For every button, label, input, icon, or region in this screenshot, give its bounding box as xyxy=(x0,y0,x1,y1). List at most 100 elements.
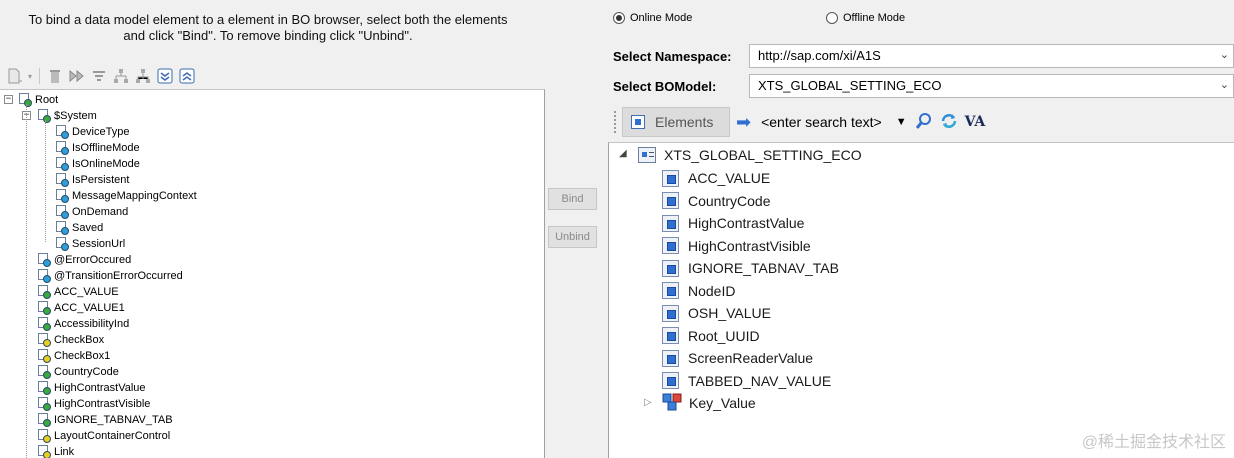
chevron-down-icon: ⌄ xyxy=(1219,49,1229,61)
instructions-line-1: To bind a data model element to a elemen… xyxy=(28,12,508,27)
tree-node-item[interactable]: ACC_VALUE1 xyxy=(37,300,125,316)
search-dropdown-arrow-icon[interactable]: ▼ xyxy=(896,116,907,128)
tree-node-system-child[interactable]: OnDemand xyxy=(55,204,128,220)
tree-node-item[interactable]: CountryCode xyxy=(37,364,119,380)
field-node-icon xyxy=(55,237,69,251)
tree-node-root[interactable]: Root xyxy=(18,92,58,108)
watermark: @稀土掘金技术社区 xyxy=(1081,434,1226,451)
move-up-icon[interactable] xyxy=(89,66,109,86)
bind-button[interactable]: Bind xyxy=(548,188,597,210)
refresh-icon[interactable] xyxy=(939,111,959,134)
collapse-all-icon[interactable] xyxy=(177,66,197,86)
bo-element-node[interactable]: ScreenReaderValue xyxy=(662,347,813,369)
root-collapse-toggle[interactable]: − xyxy=(4,95,13,104)
online-mode-radio[interactable]: Online Mode xyxy=(613,12,692,24)
tree-node-label: CountryCode xyxy=(54,366,119,378)
bo-element-label: IGNORE_TABNAV_TAB xyxy=(688,260,839,276)
elements-label: Elements xyxy=(655,114,714,130)
tree-node-system-child[interactable]: IsPersistent xyxy=(55,172,129,188)
tree-node-system-child[interactable]: DeviceType xyxy=(55,124,129,140)
unbind-button[interactable]: Unbind xyxy=(548,226,597,248)
bo-element-node[interactable]: HighContrastVisible xyxy=(662,235,811,257)
tree-node-item[interactable]: @ErrorOccured xyxy=(37,252,131,268)
tree-node-item[interactable]: HighContrastValue xyxy=(37,380,146,396)
tree-node-label: LayoutContainerControl xyxy=(54,430,171,442)
hierarchy-icon[interactable] xyxy=(111,66,131,86)
element-icon xyxy=(631,115,645,129)
tree-node-label: HighContrastVisible xyxy=(54,398,151,410)
tree-node-item[interactable]: AccessibilityInd xyxy=(37,316,129,332)
expand-all-icon[interactable] xyxy=(155,66,175,86)
tree-node-system-child[interactable]: MessageMappingContext xyxy=(55,188,197,204)
tree-node-system-child[interactable]: Saved xyxy=(55,220,103,236)
go-arrow-icon[interactable]: ➡ xyxy=(736,112,751,133)
bomodel-select[interactable]: XTS_GLOBAL_SETTING_ECO ⌄ xyxy=(749,74,1234,98)
collapse-triangle-icon[interactable]: ◢ xyxy=(619,148,627,159)
bo-element-node[interactable]: OSH_VALUE xyxy=(662,302,771,324)
tree-node-label: IsOfflineMode xyxy=(72,142,140,154)
toolbar-separator xyxy=(39,68,40,84)
bo-element-node[interactable]: ACC_VALUE xyxy=(662,167,770,189)
namespace-label: Select Namespace: xyxy=(613,49,732,64)
new-document-icon[interactable] xyxy=(4,66,24,86)
elements-button[interactable]: Elements xyxy=(622,107,730,137)
bo-association-node[interactable]: Key_Value xyxy=(662,392,756,414)
bomodel-value: XTS_GLOBAL_SETTING_ECO xyxy=(758,78,942,93)
tree-node-item[interactable]: Link xyxy=(37,444,74,458)
search-combo[interactable]: <enter search text> ▼ xyxy=(761,114,907,130)
element-icon xyxy=(662,259,679,277)
tree-connector-line xyxy=(26,104,27,458)
element-icon xyxy=(662,372,679,389)
toolbar-grip[interactable] xyxy=(614,111,618,133)
field-node-icon xyxy=(55,125,69,139)
tree-node-system-child[interactable]: IsOfflineMode xyxy=(55,140,140,156)
field-node-icon xyxy=(55,189,69,203)
association-label: Key_Value xyxy=(689,395,756,411)
field-node-icon xyxy=(55,141,69,155)
tree-node-label: $System xyxy=(54,110,97,122)
tree-node-item[interactable]: IGNORE_TABNAV_TAB xyxy=(37,412,173,428)
bo-browser-tree[interactable]: ◢ XTS_GLOBAL_SETTING_ECO ▷ Key_Value ACC… xyxy=(608,142,1234,458)
bo-element-label: HighContrastValue xyxy=(688,215,805,231)
tree-node-item[interactable]: LayoutContainerControl xyxy=(37,428,170,444)
tree-node-system-child[interactable]: SessionUrl xyxy=(55,236,125,252)
tree-node-item[interactable]: @TransitionErrorOccurred xyxy=(37,268,183,284)
bo-element-node[interactable]: Root_UUID xyxy=(662,325,760,347)
bo-element-node[interactable]: TABBED_NAV_VALUE xyxy=(662,370,831,392)
delete-icon[interactable] xyxy=(45,66,65,86)
bo-element-node[interactable]: IGNORE_TABNAV_TAB xyxy=(662,257,839,279)
tree-node-item[interactable]: ACC_VALUE xyxy=(37,284,119,300)
value-assist-icon[interactable]: VA xyxy=(965,114,986,130)
expand-triangle-icon[interactable]: ▷ xyxy=(644,397,652,408)
field-node-icon xyxy=(37,445,51,458)
tree-node-label: IGNORE_TABNAV_TAB xyxy=(54,414,173,426)
tree-connector-line xyxy=(45,120,46,242)
bo-root-node[interactable]: XTS_GLOBAL_SETTING_ECO xyxy=(638,144,862,166)
element-icon xyxy=(662,327,679,344)
field-node-icon xyxy=(55,205,69,219)
tree-node-item[interactable]: HighContrastVisible xyxy=(37,396,150,412)
tree-node-item[interactable]: CheckBox xyxy=(37,332,104,348)
namespace-select[interactable]: http://sap.com/xi/A1S ⌄ xyxy=(749,44,1234,68)
data-model-tree[interactable]: − Root − $System DeviceType IsOfflineMode… xyxy=(0,89,545,458)
instructions-text: To bind a data model element to a elemen… xyxy=(0,12,536,44)
bo-element-label: OSH_VALUE xyxy=(688,305,771,321)
tree-node-system-child[interactable]: IsOnlineMode xyxy=(55,156,140,172)
tree-node-label: MessageMappingContext xyxy=(72,190,197,202)
element-icon xyxy=(662,349,679,367)
bo-element-node[interactable]: CountryCode xyxy=(662,190,771,212)
dropdown-arrow-icon[interactable]: ▾ xyxy=(26,66,34,86)
bo-element-node[interactable]: NodeID xyxy=(662,280,735,302)
search-icon[interactable] xyxy=(915,112,933,133)
tree-node-label: CheckBox xyxy=(54,334,105,346)
tree-node-item[interactable]: CheckBox1 xyxy=(37,348,110,364)
search-input[interactable]: <enter search text> xyxy=(761,114,882,130)
bo-element-node[interactable]: HighContrastValue xyxy=(662,212,804,234)
field-node-icon xyxy=(37,253,51,267)
structure-icon[interactable] xyxy=(133,66,153,86)
field-node-icon xyxy=(37,365,51,379)
move-forward-icon[interactable] xyxy=(67,66,87,86)
bo-element-label: HighContrastVisible xyxy=(688,237,811,254)
tree-node-label: Root xyxy=(35,94,59,106)
offline-mode-radio[interactable]: Offline Mode xyxy=(826,12,905,24)
